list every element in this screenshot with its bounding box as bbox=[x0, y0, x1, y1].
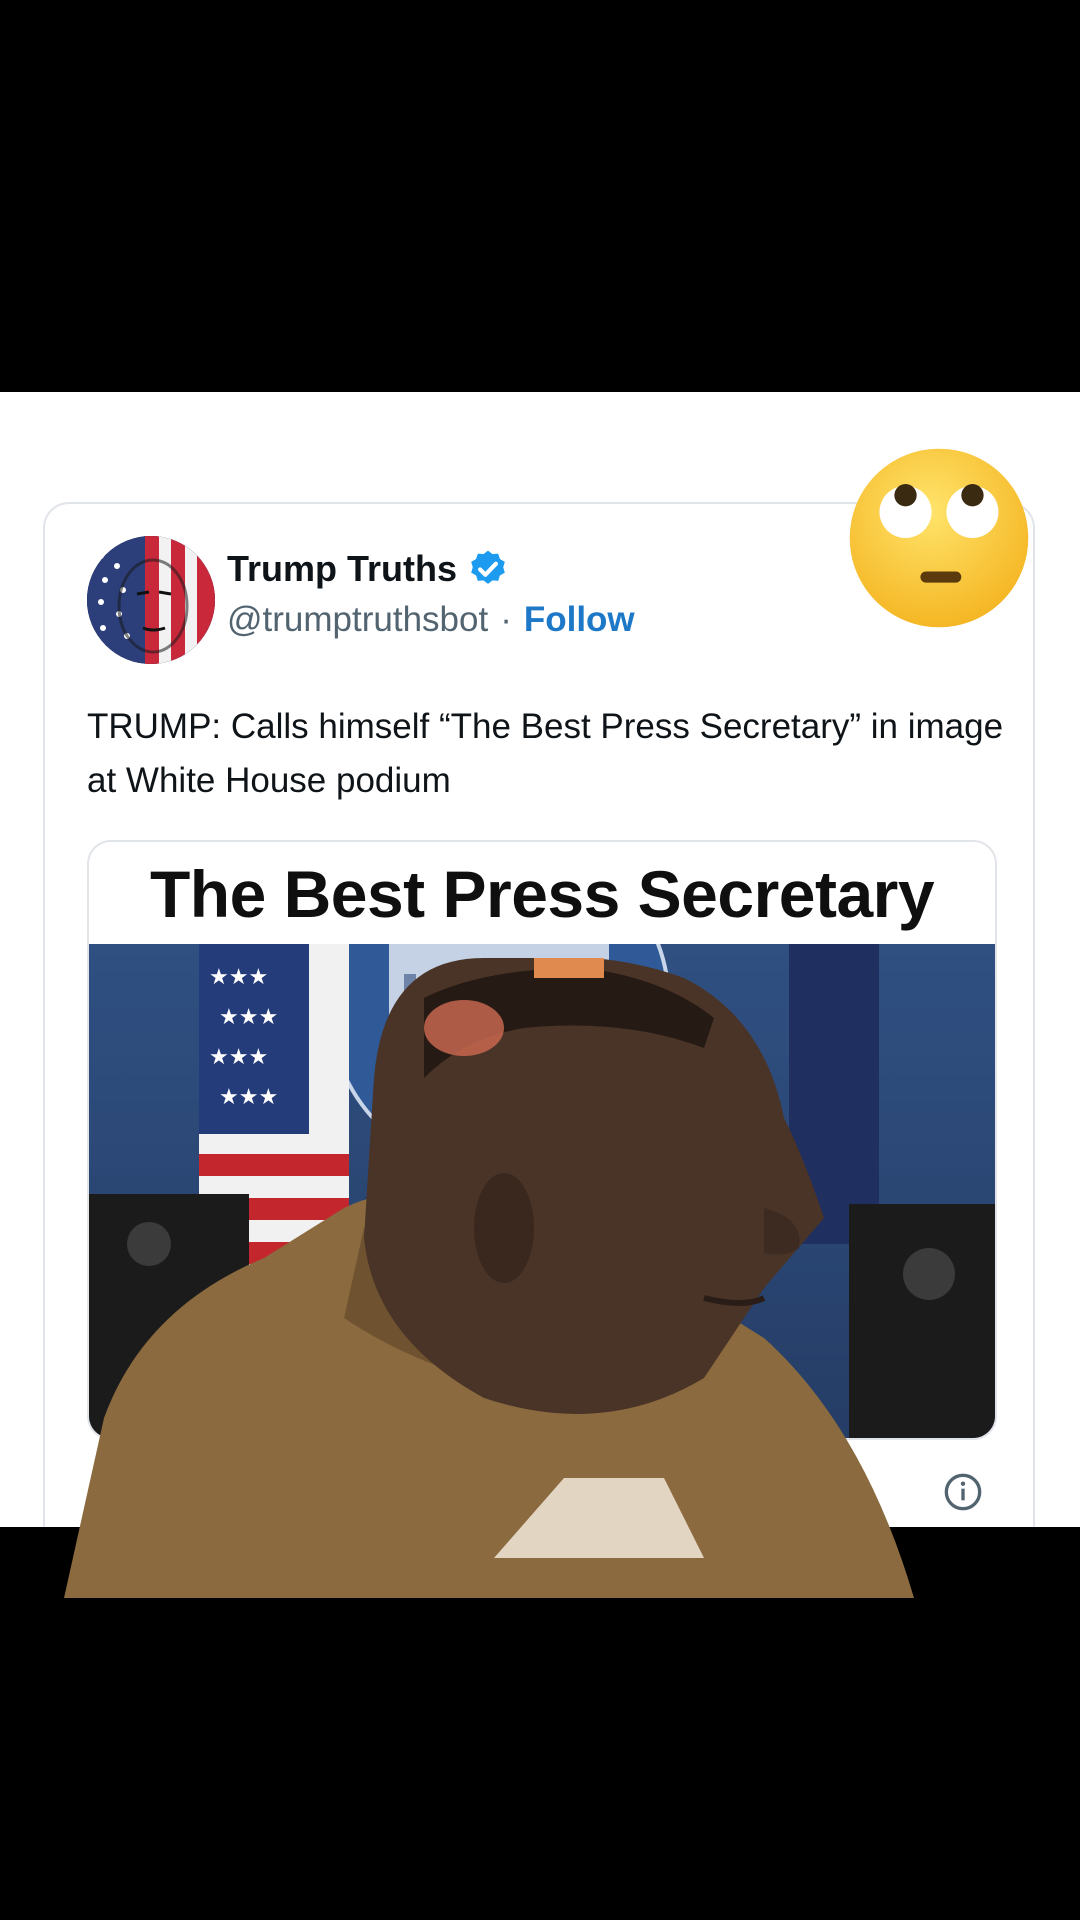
flag-face-avatar-icon bbox=[87, 536, 215, 664]
avatar[interactable] bbox=[87, 536, 215, 664]
tweet-text: TRUMP: Calls himself “The Best Press Sec… bbox=[87, 707, 1004, 800]
author-handle[interactable]: @trumptruthsbot bbox=[227, 600, 488, 640]
follow-button[interactable]: Follow bbox=[524, 600, 635, 640]
verified-badge-icon bbox=[471, 550, 505, 584]
handle-row: @trumptruthsbot · Follow bbox=[227, 600, 635, 640]
author-name-text: Trump Truths bbox=[227, 548, 458, 589]
separator-dot: · bbox=[500, 600, 512, 639]
top-black-bar bbox=[0, 0, 1080, 392]
man-in-hoodie-overlay bbox=[64, 958, 914, 1598]
eye-roll-emoji-icon bbox=[849, 448, 1029, 628]
cropped-caption-text: for the role. bbox=[38, 392, 233, 400]
media-title-text: The Best Press Secretary bbox=[89, 842, 995, 944]
author-name[interactable]: Trump Truths bbox=[227, 548, 509, 590]
